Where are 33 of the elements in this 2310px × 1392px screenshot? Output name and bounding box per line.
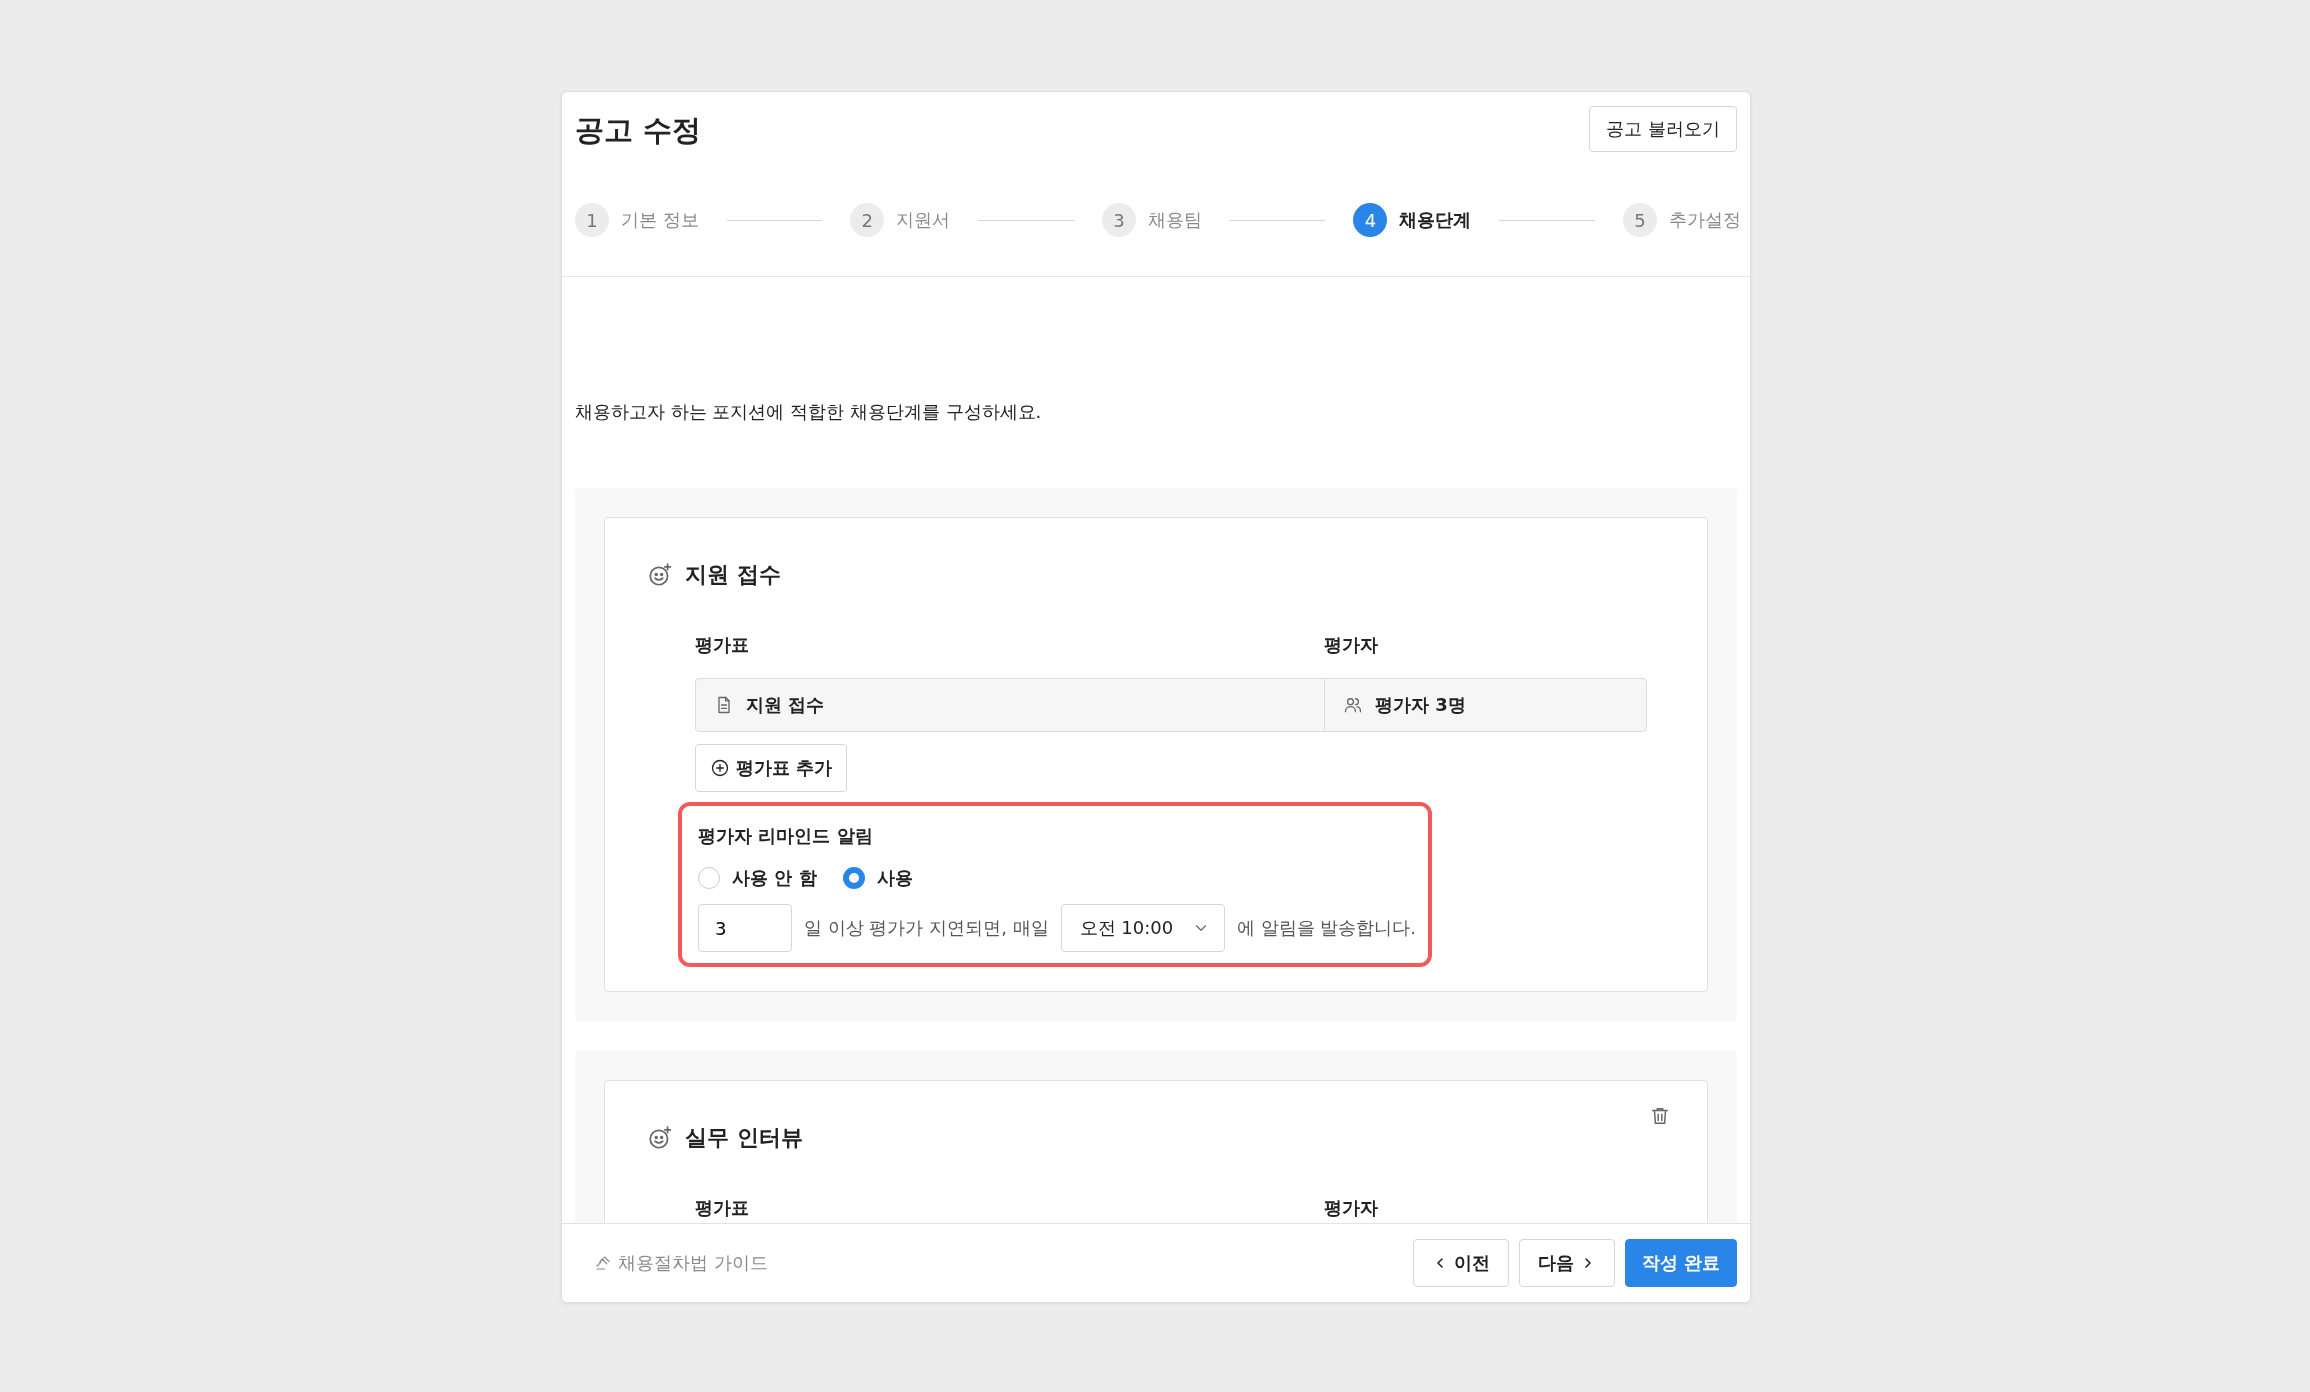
intro-text: 채용하고자 하는 포지션에 적합한 채용단계를 구성하세요.: [575, 400, 1043, 424]
step-tab[interactable]: 2 지원서: [850, 203, 951, 237]
sheet-name[interactable]: 지원 접수: [746, 693, 825, 717]
stage-title: 실무 인터뷰: [685, 1124, 803, 1152]
reminder-text: 일 이상 평가가 지연되면, 매일: [804, 916, 1049, 940]
stage-title: 지원 접수: [685, 561, 781, 589]
reminder-text: 에 알림을 발송합니다.: [1236, 916, 1416, 940]
plus-circle-icon: [710, 758, 730, 778]
radio-option[interactable]: 사용: [842, 866, 913, 890]
modal-title: 공고 수정: [575, 112, 702, 149]
gavel-icon: [594, 1254, 612, 1272]
step-tab[interactable]: 5 추가설정: [1623, 203, 1741, 237]
next-button[interactable]: 다음: [1518, 1239, 1615, 1287]
smiley-plus-icon: [647, 1125, 673, 1151]
column-label: 평가자: [1324, 1196, 1378, 1220]
evaluator-count[interactable]: 평가자 3명: [1375, 693, 1466, 717]
radio-option[interactable]: 사용 안 함: [698, 866, 817, 890]
delete-icon[interactable]: [1649, 1105, 1671, 1127]
column-label: 평가표: [695, 1196, 750, 1220]
step-tab[interactable]: 3 채용팀: [1101, 203, 1202, 237]
column-label: 평가표: [695, 633, 750, 657]
submit-button[interactable]: 작성 완료: [1624, 1239, 1737, 1287]
step-tab[interactable]: 4 채용단계: [1353, 203, 1472, 237]
step-tab[interactable]: 1 기본 정보: [575, 203, 699, 237]
reminder-label: 평가자 리마인드 알림: [698, 824, 874, 848]
smiley-plus-icon: [647, 562, 673, 588]
people-icon: [1343, 695, 1363, 715]
time-select[interactable]: 오전 10:00: [1060, 904, 1225, 952]
days-input[interactable]: 3: [698, 904, 792, 952]
previous-button[interactable]: 이전: [1412, 1239, 1509, 1287]
column-label: 평가자: [1324, 633, 1378, 657]
load-button[interactable]: 공고 불러오기: [1589, 106, 1737, 152]
add-sheet-button[interactable]: 평가표 추가: [695, 744, 848, 792]
